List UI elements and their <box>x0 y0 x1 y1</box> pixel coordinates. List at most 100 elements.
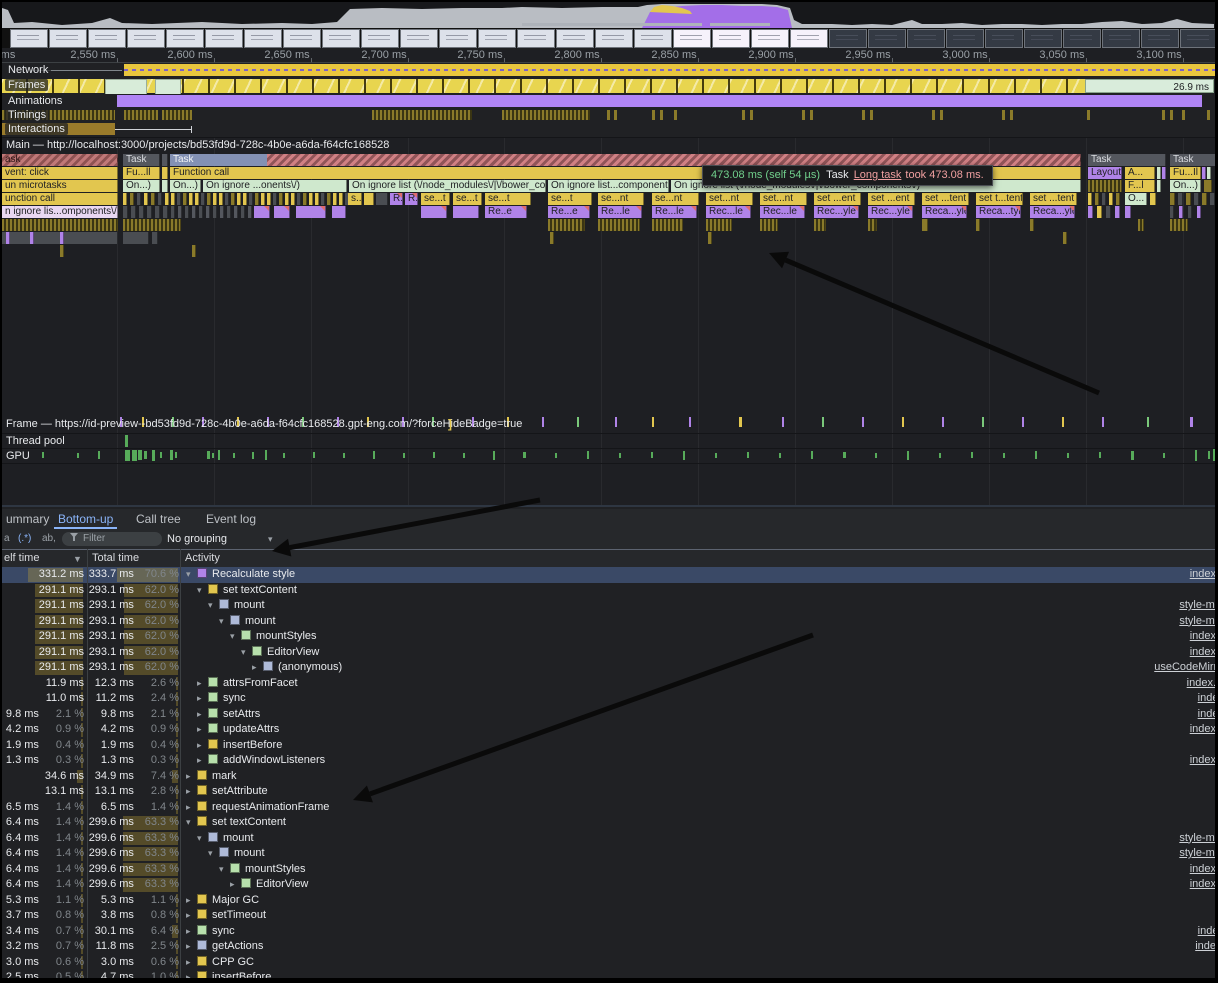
flame-bar[interactable] <box>760 219 778 231</box>
flame-bar[interactable] <box>123 219 181 231</box>
activity-label[interactable]: mark <box>212 770 236 782</box>
flame-bar[interactable] <box>147 206 152 218</box>
flame-bar[interactable] <box>708 232 712 244</box>
flame-bar[interactable] <box>152 232 158 244</box>
source-link[interactable]: index. <box>1198 691 1215 707</box>
flame-bar[interactable]: se...t <box>453 193 482 205</box>
flame-bar[interactable] <box>189 193 193 205</box>
table-row[interactable]: 3.4 ms 0.7 %30.1 ms 6.4 %▸syncindex. <box>2 924 1215 940</box>
tab-event-log[interactable]: Event log <box>202 509 260 529</box>
flame-bar[interactable] <box>1210 193 1215 205</box>
flame-bar[interactable]: R... <box>405 193 418 205</box>
screenshot-thumbnail[interactable] <box>790 29 828 48</box>
flame-bar[interactable]: se...nt <box>598 193 644 205</box>
flame-bar[interactable] <box>178 206 182 218</box>
screenshot-thumbnail[interactable] <box>244 29 282 48</box>
screenshot-thumbnail[interactable] <box>1024 29 1062 48</box>
flame-bar[interactable] <box>123 232 149 244</box>
source-link[interactable]: index.js <box>1190 645 1215 661</box>
track-frame[interactable]: Frame — https://id-preview--bd53fd9d-728… <box>2 416 1215 434</box>
flame-bar[interactable]: F...l <box>1125 180 1155 192</box>
activity-label[interactable]: addWindowListeners <box>223 754 325 766</box>
table-row[interactable]: 6.5 ms 1.4 %6.5 ms 1.4 %▸requestAnimatio… <box>2 800 1215 816</box>
flame-bar[interactable] <box>139 206 144 218</box>
source-link[interactable]: index. <box>1198 707 1215 723</box>
activity-label[interactable]: mountStyles <box>256 630 317 642</box>
screenshot-thumbnail[interactable] <box>517 29 555 48</box>
table-row[interactable]: 13.1 ms 2.8 %13.1 ms 2.8 %▸setAttribute <box>2 784 1215 800</box>
activity-label[interactable]: getActions <box>212 940 263 952</box>
expand-caret-icon[interactable]: ▸ <box>186 893 197 909</box>
screenshot-thumbnail[interactable] <box>283 29 321 48</box>
column-self-time[interactable]: elf time <box>4 552 39 564</box>
screenshot-thumbnail[interactable] <box>829 29 867 48</box>
table-row[interactable]: 3.7 ms 0.8 %3.8 ms 0.8 %▸setTimeout <box>2 908 1215 924</box>
expand-caret-icon[interactable]: ▸ <box>186 955 197 971</box>
flame-bar[interactable] <box>376 193 388 205</box>
flame-bar[interactable] <box>220 206 224 218</box>
collapse-caret-icon[interactable]: ▾ <box>186 815 197 831</box>
screenshot-thumbnail[interactable] <box>439 29 477 48</box>
flame-bar[interactable] <box>1150 193 1156 205</box>
table-row[interactable]: 6.4 ms 1.4 %299.6 ms 63.3 %▾set textCont… <box>2 815 1215 831</box>
flame-bar[interactable] <box>453 206 479 218</box>
table-row[interactable]: 6.4 ms 1.4 %299.6 ms 63.3 %▾mountstyle-m… <box>2 831 1215 847</box>
flame-bar[interactable] <box>332 206 346 218</box>
filter-input[interactable]: Filter <box>62 532 162 546</box>
animations-bar[interactable] <box>117 95 1202 107</box>
track-network[interactable]: Network <box>2 63 1215 79</box>
screenshot-thumbnail[interactable] <box>985 29 1023 48</box>
screenshot-thumbnail[interactable] <box>361 29 399 48</box>
flame-bar[interactable] <box>1106 206 1111 218</box>
source-link[interactable]: style-mod <box>1179 831 1215 847</box>
flame-bar[interactable]: unction call <box>2 193 118 205</box>
flame-bar[interactable]: se...nt <box>652 193 699 205</box>
source-link[interactable]: index.js <box>1190 629 1215 645</box>
flame-bar[interactable] <box>1125 206 1131 218</box>
flame-bar[interactable]: Rec...yle <box>868 206 913 218</box>
screenshot-thumbnail[interactable] <box>712 29 750 48</box>
flame-bar[interactable] <box>1088 180 1122 192</box>
main-thread-title[interactable]: Main — http://localhost:3000/projects/bd… <box>2 137 1215 155</box>
collapse-caret-icon[interactable]: ▾ <box>230 629 241 645</box>
source-link[interactable]: index. <box>1198 924 1215 940</box>
flame-bar[interactable] <box>231 193 235 205</box>
flame-bar[interactable] <box>303 193 307 205</box>
activity-label[interactable]: insertBefore <box>212 971 271 978</box>
toolbar-icon[interactable]: a <box>4 529 10 549</box>
flame-bar[interactable]: set ...tent <box>922 193 969 205</box>
flame-bar[interactable]: On...) <box>170 180 201 192</box>
tab-call-tree[interactable]: Call tree <box>132 509 185 529</box>
table-row[interactable]: 1.9 ms 0.4 %1.9 ms 0.4 %▸insertBefore <box>2 738 1215 754</box>
screenshot-thumbnail[interactable] <box>946 29 984 48</box>
expand-caret-icon[interactable]: ▸ <box>197 753 208 769</box>
flame-bar[interactable]: se...t <box>548 193 592 205</box>
flame-bar[interactable]: s...t <box>348 193 362 205</box>
flame-bar[interactable] <box>234 206 238 218</box>
flame-bar[interactable]: se...t <box>421 193 450 205</box>
screenshot-thumbnail[interactable] <box>907 29 945 48</box>
collapse-caret-icon[interactable]: ▾ <box>241 645 252 661</box>
screenshot-thumbnail[interactable] <box>556 29 594 48</box>
flame-bar[interactable]: Task <box>123 154 160 166</box>
activity-label[interactable]: set textContent <box>212 816 286 828</box>
flame-bar[interactable]: Re..e <box>485 206 527 218</box>
collapse-caret-icon[interactable]: ▾ <box>219 614 230 630</box>
flame-bar[interactable] <box>1109 193 1113 205</box>
flame-bar[interactable] <box>274 206 290 218</box>
flame-bar[interactable] <box>6 232 10 244</box>
flame-bar[interactable] <box>1095 193 1099 205</box>
flame-bar[interactable]: Layout <box>1088 167 1122 179</box>
screenshot-thumbnail[interactable] <box>205 29 243 48</box>
flame-bar[interactable] <box>1030 219 1034 231</box>
flame-bar[interactable] <box>219 193 223 205</box>
flame-bar[interactable]: Re...e <box>548 206 590 218</box>
activity-label[interactable]: insertBefore <box>223 739 282 751</box>
flame-bar[interactable] <box>237 193 241 205</box>
flame-bar[interactable] <box>213 193 217 205</box>
screenshot-thumbnail[interactable] <box>10 29 48 48</box>
column-divider[interactable] <box>180 549 181 978</box>
flame-bar[interactable] <box>296 206 326 218</box>
track-animations[interactable]: Animations <box>2 94 1215 109</box>
flame-bar[interactable] <box>162 154 168 166</box>
